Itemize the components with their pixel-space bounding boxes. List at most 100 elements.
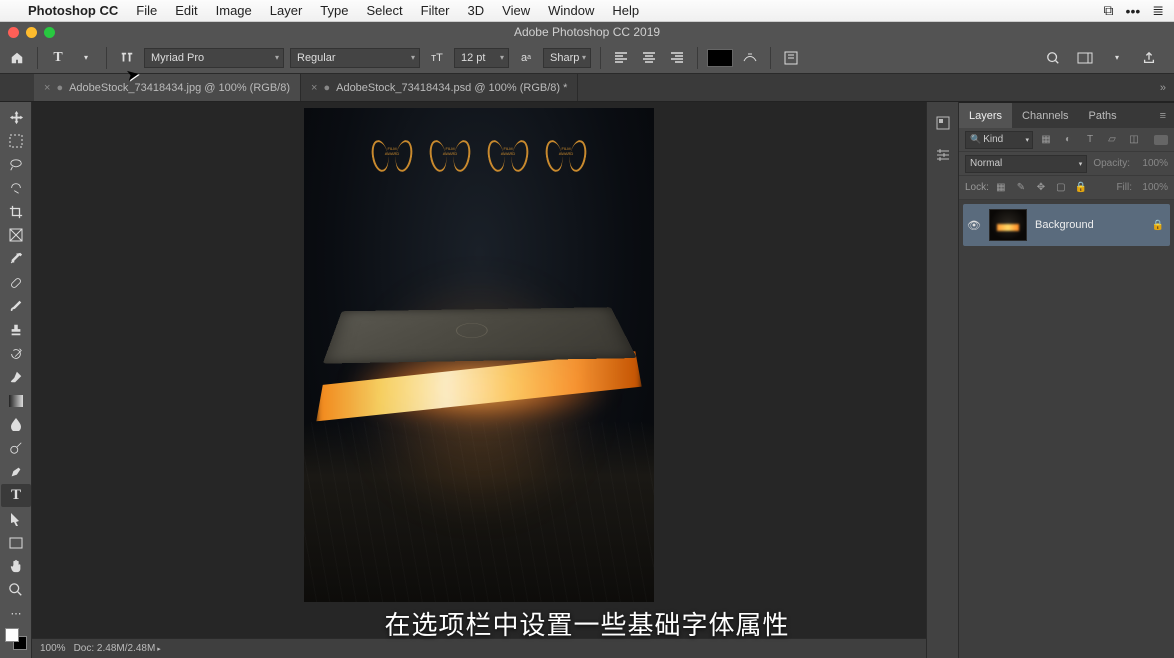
- antialias-label-icon: aa: [515, 47, 537, 69]
- laurel-badge: FILMAWARD: [546, 138, 586, 170]
- close-tab-icon[interactable]: ×: [311, 82, 317, 94]
- eraser-tool-icon[interactable]: [1, 366, 31, 389]
- laurel-badge: FILMAWARD: [430, 138, 470, 170]
- move-tool-icon[interactable]: [1, 106, 31, 129]
- doc-info[interactable]: Doc: 2.48M/2.48M: [74, 643, 161, 654]
- layer-name[interactable]: Background: [1035, 219, 1144, 231]
- tab-overflow-icon[interactable]: »: [1152, 82, 1174, 94]
- align-right-icon[interactable]: [666, 47, 688, 69]
- lock-label: Lock:: [965, 182, 989, 193]
- window-title: Adobe Photoshop CC 2019: [514, 25, 660, 39]
- menu-edit[interactable]: Edit: [175, 3, 197, 18]
- workspace-icon[interactable]: [1074, 47, 1096, 69]
- opacity-label: Opacity:: [1093, 158, 1130, 169]
- menu-file[interactable]: File: [136, 3, 157, 18]
- font-style-select[interactable]: Regular: [290, 48, 420, 68]
- share-icon[interactable]: [1138, 47, 1160, 69]
- window-minimize-button[interactable]: [26, 27, 37, 38]
- warp-text-icon[interactable]: [739, 47, 761, 69]
- menu-3d[interactable]: 3D: [468, 3, 485, 18]
- dirty-indicator-icon: ●: [56, 82, 63, 94]
- tab-channels[interactable]: Channels: [1012, 103, 1078, 128]
- menu-view[interactable]: View: [502, 3, 530, 18]
- zoom-level[interactable]: 100%: [40, 643, 66, 654]
- workspace-dropdown-icon[interactable]: ▾: [1106, 47, 1128, 69]
- filter-toggle[interactable]: [1154, 135, 1168, 145]
- blur-tool-icon[interactable]: [1, 413, 31, 436]
- font-size-select[interactable]: 12 pt: [454, 48, 509, 68]
- menu-type[interactable]: Type: [320, 3, 348, 18]
- tab-layers[interactable]: Layers: [959, 103, 1012, 128]
- menu-window[interactable]: Window: [548, 3, 594, 18]
- text-color-swatch[interactable]: [707, 49, 733, 67]
- filter-kind-select[interactable]: Kind: [965, 131, 1033, 149]
- filter-pixel-icon[interactable]: ▦: [1037, 132, 1055, 148]
- close-tab-icon[interactable]: ×: [44, 82, 50, 94]
- home-icon[interactable]: [6, 47, 28, 69]
- window-close-button[interactable]: [8, 27, 19, 38]
- lock-transparency-icon[interactable]: ▦: [993, 182, 1009, 193]
- menu-layer[interactable]: Layer: [270, 3, 303, 18]
- filter-type-icon[interactable]: T: [1081, 132, 1099, 148]
- tab-paths[interactable]: Paths: [1079, 103, 1127, 128]
- filter-adjust-icon[interactable]: ◐: [1059, 132, 1077, 148]
- edit-toolbar-icon[interactable]: ⋯: [1, 602, 31, 625]
- lasso-tool-icon[interactable]: [1, 153, 31, 176]
- antialias-select[interactable]: Sharp: [543, 48, 591, 68]
- menu-select[interactable]: Select: [366, 3, 402, 18]
- dodge-tool-icon[interactable]: [1, 437, 31, 460]
- gradient-tool-icon[interactable]: [1, 390, 31, 413]
- font-family-select[interactable]: Myriad Pro: [144, 48, 284, 68]
- menu-filter[interactable]: Filter: [421, 3, 450, 18]
- align-center-icon[interactable]: [638, 47, 660, 69]
- menu-extra-icon[interactable]: •••: [1126, 3, 1141, 19]
- lock-pixels-icon[interactable]: ✎: [1013, 182, 1029, 193]
- zoom-tool-icon[interactable]: [1, 579, 31, 602]
- rectangle-tool-icon[interactable]: [1, 531, 31, 554]
- filter-smart-icon[interactable]: ◫: [1125, 132, 1143, 148]
- pen-tool-icon[interactable]: [1, 460, 31, 483]
- history-brush-tool-icon[interactable]: [1, 342, 31, 365]
- menu-image[interactable]: Image: [216, 3, 252, 18]
- crop-tool-icon[interactable]: [1, 201, 31, 224]
- layer-row[interactable]: 👁 Background 🔒: [963, 204, 1170, 246]
- eyedropper-tool-icon[interactable]: [1, 248, 31, 271]
- history-panel-icon[interactable]: [934, 114, 952, 132]
- brush-tool-icon[interactable]: [1, 295, 31, 318]
- app-name[interactable]: Photoshop CC: [28, 3, 118, 18]
- search-icon[interactable]: [1042, 47, 1064, 69]
- hand-tool-icon[interactable]: [1, 555, 31, 578]
- frame-tool-icon[interactable]: [1, 224, 31, 247]
- blend-mode-select[interactable]: Normal: [965, 155, 1087, 173]
- panel-menu-icon[interactable]: ≡: [1152, 110, 1174, 122]
- opacity-value[interactable]: 100%: [1136, 158, 1168, 169]
- align-left-icon[interactable]: [610, 47, 632, 69]
- doc-tab-1[interactable]: × ● AdobeStock_73418434.jpg @ 100% (RGB/…: [34, 74, 301, 101]
- stamp-tool-icon[interactable]: [1, 319, 31, 342]
- list-icon[interactable]: ≣: [1152, 2, 1164, 19]
- document-canvas[interactable]: FILMAWARD FILMAWARD FILMAWARD FILMAWARD: [304, 108, 654, 602]
- fill-value[interactable]: 100%: [1136, 182, 1168, 193]
- marquee-tool-icon[interactable]: [1, 130, 31, 153]
- character-panel-icon[interactable]: [780, 47, 802, 69]
- quick-select-tool-icon[interactable]: [1, 177, 31, 200]
- text-orientation-icon[interactable]: [116, 47, 138, 69]
- menu-help[interactable]: Help: [612, 3, 639, 18]
- tool-preset-dropdown[interactable]: ▾: [75, 47, 97, 69]
- healing-tool-icon[interactable]: [1, 271, 31, 294]
- layer-thumbnail[interactable]: [989, 209, 1027, 241]
- doc-tab-2[interactable]: × ● AdobeStock_73418434.psd @ 100% (RGB/…: [301, 74, 578, 101]
- screen-share-icon[interactable]: ⧉: [1104, 2, 1114, 19]
- filter-shape-icon[interactable]: ▱: [1103, 132, 1121, 148]
- color-swatches[interactable]: [1, 626, 31, 652]
- window-zoom-button[interactable]: [44, 27, 55, 38]
- path-select-tool-icon[interactable]: [1, 508, 31, 531]
- layer-lock-icon[interactable]: 🔒: [1152, 220, 1164, 231]
- lock-artboard-icon[interactable]: ▢: [1053, 182, 1069, 193]
- properties-panel-icon[interactable]: [934, 146, 952, 164]
- lock-all-icon[interactable]: 🔒: [1073, 182, 1089, 193]
- layer-visibility-icon[interactable]: 👁: [967, 219, 981, 232]
- type-tool-icon[interactable]: T: [1, 484, 31, 507]
- lock-position-icon[interactable]: ✥: [1033, 182, 1049, 193]
- type-tool-icon[interactable]: T: [47, 47, 69, 69]
